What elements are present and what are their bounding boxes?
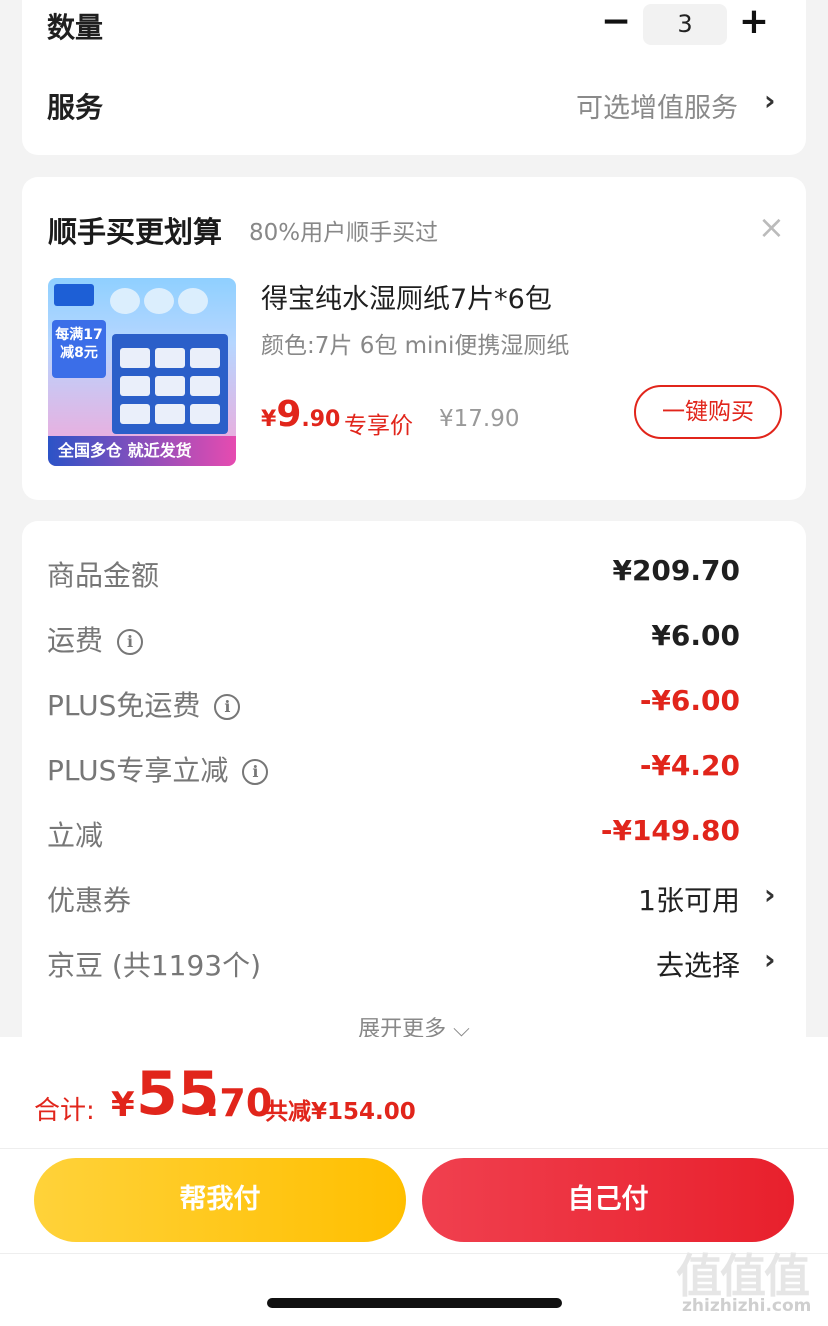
bundle-card: 顺手买更划算 80%用户顺手买过 × 每满17 减8元 全国多仓 就近发货 得宝…	[22, 177, 806, 500]
product-price: ¥9.90	[261, 394, 340, 435]
jingdou-value[interactable]: 去选择	[656, 944, 740, 984]
fee-row-goods-amount: 商品金额 ¥209.70	[22, 554, 806, 594]
order-confirm-page: 数量 − 3 + 服务 可选增值服务 › 顺手买更划算 80%用户顺手买过 × …	[0, 0, 828, 1326]
quantity-value[interactable]: 3	[643, 4, 727, 45]
quantity-label: 数量	[47, 11, 104, 44]
fee-label-group: PLUS免运费 i	[47, 684, 241, 724]
price-currency: ¥	[261, 407, 277, 432]
coupon-value[interactable]: 1张可用	[638, 879, 740, 919]
bundle-subtitle: 80%用户顺手买过	[249, 220, 439, 246]
fee-details-card: 商品金额 ¥209.70 运费 i ¥6.00 PLUS免运费 i -¥6.00 P…	[22, 521, 806, 1081]
fee-value: -¥4.20	[639, 749, 740, 782]
info-icon[interactable]: i	[242, 759, 269, 785]
fee-value: -¥149.80	[600, 814, 740, 847]
price-integer: 9	[276, 394, 302, 435]
fee-row-plus-free-shipping: PLUS免运费 i -¥6.00	[22, 684, 806, 724]
divider	[0, 1148, 828, 1149]
fee-label: PLUS专享立减	[47, 754, 229, 787]
fee-label: 商品金额	[47, 559, 160, 592]
fee-value: ¥209.70	[612, 554, 740, 587]
product-name[interactable]: 得宝纯水湿厕纸7片*6包	[261, 277, 552, 316]
price-decimal: .90	[301, 407, 341, 432]
fee-row-instant-discount: 立减 -¥149.80	[22, 814, 806, 854]
product-pack-graphic	[112, 334, 228, 434]
service-label: 服务	[47, 91, 104, 124]
info-icon[interactable]: i	[214, 694, 241, 720]
total-label: 合计:	[34, 1096, 95, 1126]
fee-label: 优惠券	[47, 884, 132, 917]
watermark-url: zhizhizhi.com	[682, 1296, 812, 1316]
checkout-bar: 合计: ¥ 55 .70 共减¥154.00 帮我付 自己付 值值值 zhizh…	[0, 1037, 828, 1326]
help-me-pay-button[interactable]: 帮我付	[34, 1158, 406, 1242]
fee-label: 立减	[47, 819, 104, 852]
promo-badge: 每满17 减8元	[52, 320, 106, 378]
fee-row-shipping: 运费 i ¥6.00	[22, 619, 806, 659]
quantity-decrease-button[interactable]: −	[596, 4, 636, 44]
exclusive-price-tag: 专享价	[344, 413, 413, 439]
service-value[interactable]: 可选增值服务	[576, 86, 738, 125]
total-currency: ¥	[111, 1085, 135, 1125]
total-saved: 共减¥154.00	[265, 1099, 416, 1125]
home-indicator[interactable]	[267, 1298, 562, 1308]
brand-logo	[54, 284, 94, 306]
product-image-banner: 全国多仓 就近发货	[48, 436, 236, 466]
fee-label-group: 运费 i	[47, 619, 144, 659]
fee-label: 京豆 (共1193个)	[47, 949, 262, 982]
fee-value: ¥6.00	[651, 619, 740, 652]
fee-label: 运费	[47, 624, 104, 657]
close-icon[interactable]: ×	[758, 211, 785, 243]
quantity-increase-button[interactable]: +	[734, 4, 774, 44]
pay-myself-button[interactable]: 自己付	[422, 1158, 794, 1242]
chevron-right-icon[interactable]: ›	[764, 878, 776, 911]
one-click-buy-button[interactable]: 一键购买	[634, 385, 782, 439]
fee-label: PLUS免运费	[47, 689, 201, 722]
chevron-right-icon[interactable]: ›	[764, 943, 776, 976]
feature-icons	[110, 288, 212, 318]
fee-row-jingdou[interactable]: 京豆 (共1193个) 去选择 ›	[22, 943, 806, 984]
order-options-card: 数量 − 3 + 服务 可选增值服务 ›	[22, 0, 806, 155]
fee-label-group: PLUS专享立减 i	[47, 749, 269, 789]
info-icon[interactable]: i	[117, 629, 144, 655]
original-price: ¥17.90	[439, 406, 520, 432]
total-decimal: .70	[205, 1081, 273, 1125]
fee-value: -¥6.00	[639, 684, 740, 717]
product-spec: 颜色:7片 6包 mini便携湿厕纸	[261, 333, 570, 359]
chevron-right-icon[interactable]: ›	[764, 84, 776, 117]
fee-row-coupon[interactable]: 优惠券 1张可用 ›	[22, 878, 806, 919]
product-image[interactable]: 每满17 减8元 全国多仓 就近发货	[48, 278, 236, 466]
fee-row-plus-discount: PLUS专享立减 i -¥4.20	[22, 749, 806, 789]
bundle-title: 顺手买更划算	[48, 215, 223, 249]
